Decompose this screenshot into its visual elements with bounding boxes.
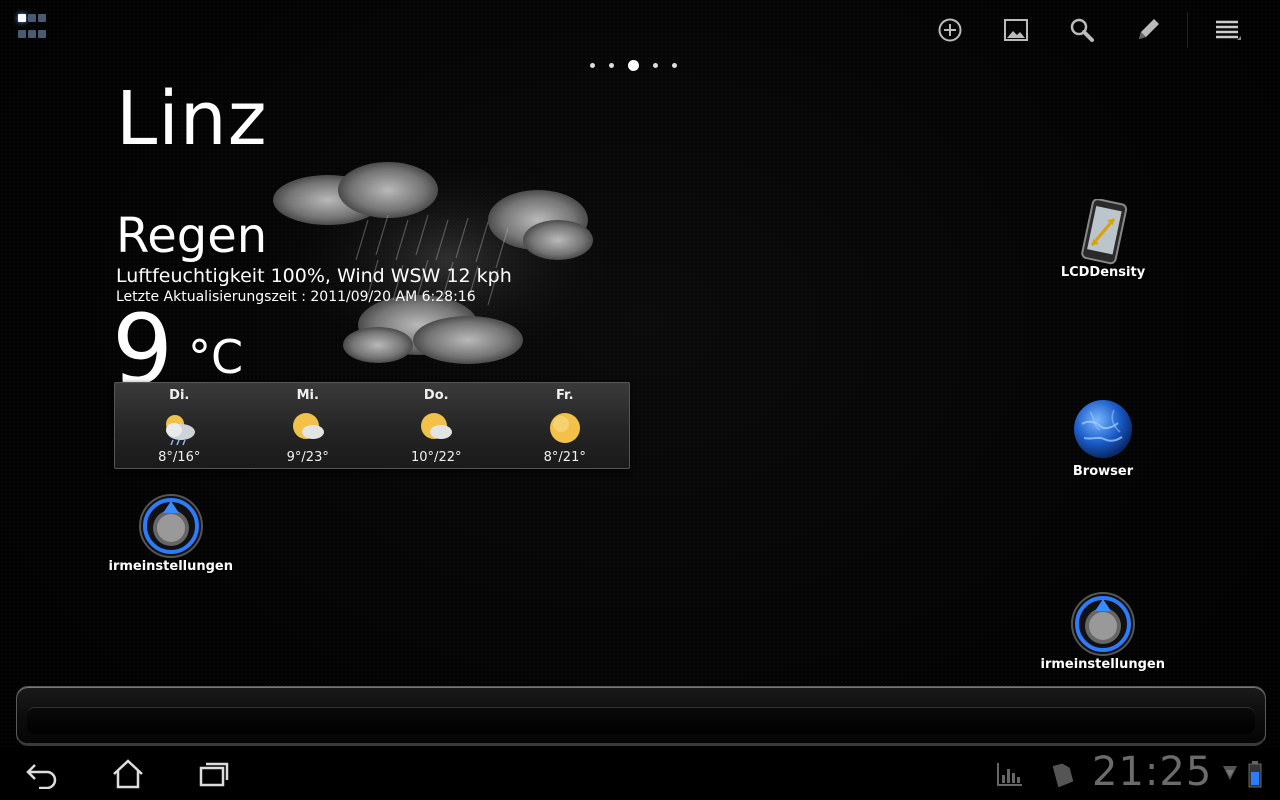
weather-temperature: 9 (112, 302, 174, 382)
page-indicator (590, 60, 677, 71)
search-icon[interactable] (1049, 12, 1115, 48)
top-action-bar (917, 12, 1260, 48)
screen-settings-icon (1071, 592, 1135, 656)
weather-city[interactable]: Linz (116, 82, 268, 156)
home-screen: Linz Regen Luftfeuchtigkeit 100%, Wind W… (0, 0, 1280, 800)
forecast-day: Do. 10°/22° (372, 383, 501, 468)
back-icon[interactable] (18, 756, 66, 792)
recent-apps-icon[interactable] (190, 756, 238, 792)
page-dot[interactable] (672, 63, 677, 68)
wallpaper-icon[interactable] (983, 12, 1049, 48)
system-bar (0, 748, 1280, 800)
menu-icon[interactable] (1194, 12, 1260, 48)
forecast-day: Fr. 8°/21° (501, 383, 630, 468)
screen-settings-icon (139, 494, 203, 558)
status-clock[interactable]: 21:25 (1092, 752, 1212, 792)
weather-temperature-unit: °C (188, 334, 244, 382)
add-icon[interactable] (917, 12, 983, 48)
partly-cloudy-icon (421, 413, 453, 439)
forecast-temp: 8°/21° (543, 450, 586, 465)
wifi-icon[interactable] (1222, 764, 1238, 786)
signal-bars-icon[interactable] (985, 756, 1033, 792)
forecast-day-name: Mi. (296, 388, 319, 403)
shortcut-label: Bildschirmeinstellungen (1041, 657, 1165, 672)
shortcut-screen-settings-left[interactable]: Bildschirmeinstellungen (106, 493, 236, 574)
shortcut-screen-settings-right[interactable]: Bildschirmeinstellungen (1038, 591, 1168, 672)
shortcut-label: Browser (1072, 464, 1134, 479)
lcddensity-icon (1081, 199, 1128, 265)
browser-globe-icon (1074, 400, 1132, 458)
page-dot-active[interactable] (628, 60, 639, 71)
cloudy-icon (166, 415, 196, 446)
page-dot[interactable] (590, 63, 595, 68)
forecast-day-name: Do. (423, 388, 449, 403)
weather-forecast[interactable]: Di. 8°/16° Mi. 9°/23° Do. 10°/22° Fr. 8°… (114, 382, 630, 469)
sunny-icon (549, 413, 580, 443)
page-dot[interactable] (653, 63, 658, 68)
forecast-temp: 10°/22° (411, 450, 462, 465)
shortcut-lcddensity[interactable]: LCDDensity (1038, 199, 1168, 280)
partly-cloudy-icon (292, 413, 324, 439)
forecast-temp: 8°/16° (158, 450, 201, 465)
sd-card-icon[interactable] (1038, 756, 1086, 792)
home-icon[interactable] (104, 756, 152, 792)
all-apps-icon[interactable] (18, 14, 58, 44)
dock-tray[interactable] (16, 686, 1266, 746)
forecast-day-name: Di. (169, 388, 190, 403)
forecast-day-name: Fr. (555, 388, 574, 403)
weather-condition: Regen (116, 208, 268, 264)
edit-icon[interactable] (1115, 12, 1181, 48)
action-separator (1187, 12, 1188, 48)
shortcut-browser[interactable]: Browser (1038, 398, 1168, 479)
shortcut-label: LCDDensity (1060, 265, 1146, 280)
page-dot[interactable] (609, 63, 614, 68)
forecast-day: Di. 8°/16° (115, 383, 244, 468)
battery-icon[interactable] (1248, 760, 1262, 788)
shortcut-label: Bildschirmeinstellungen (109, 559, 233, 574)
forecast-day: Mi. 9°/23° (244, 383, 373, 468)
weather-humidity-wind: Luftfeuchtigkeit 100%, Wind WSW 12 kph (116, 265, 512, 287)
forecast-temp: 9°/23° (286, 450, 329, 465)
